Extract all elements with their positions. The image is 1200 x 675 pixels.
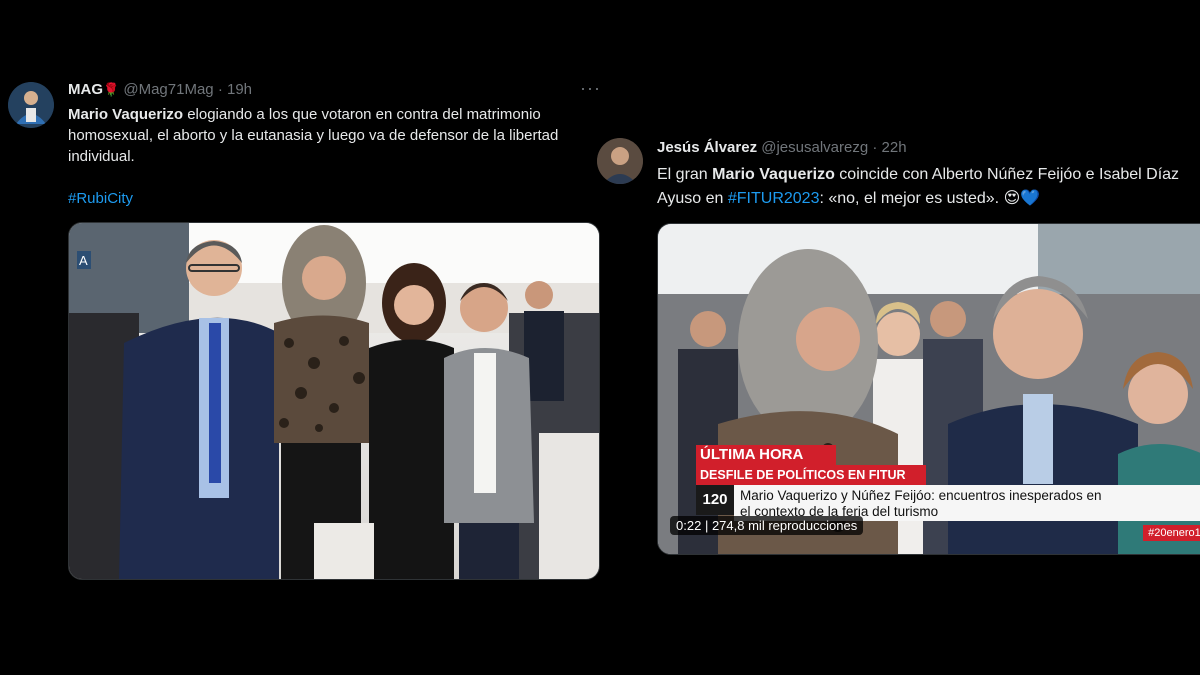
venue-sign: A bbox=[79, 253, 88, 268]
hashtag-link[interactable]: #RubiCity bbox=[68, 188, 598, 209]
news-ticker-red: DESFILE DE POLÍTICOS EN FITUR bbox=[696, 465, 926, 485]
mention-strong: Mario Vaquerizo bbox=[712, 166, 835, 183]
news-ticker-text: DESFILE DE POLÍTICOS EN FITUR bbox=[700, 468, 906, 482]
tweet-jesus: Jesús Álvarez @jesusalvarezg · 22h El gr… bbox=[597, 0, 1200, 600]
jesus-avatar[interactable] bbox=[597, 138, 643, 184]
hashtag-link[interactable]: #FITUR2023 bbox=[728, 190, 820, 207]
display-name[interactable]: MAG bbox=[68, 81, 103, 98]
tweet-text-prefix: El gran bbox=[657, 166, 713, 183]
tweet-video[interactable]: ÚLTIMA HORA DESFILE DE POLÍTICOS EN FITU… bbox=[657, 223, 1200, 555]
emoji-heart-eyes-blue-heart: 😍💙 bbox=[1003, 190, 1041, 207]
news-headline-line1: Mario Vaquerizo y Núñez Feijóo: encuentr… bbox=[740, 488, 1102, 503]
video-timestamp: 0:22 bbox=[676, 518, 702, 533]
mention-strong: Mario Vaquerizo bbox=[68, 106, 184, 123]
tweet-text-line1: coincide con Alberto Núñez Feijóo e Isab… bbox=[834, 166, 1180, 183]
channel-logo-text: 120 bbox=[702, 491, 728, 508]
tweet-text: El gran Mario Vaquerizo coincide con Alb… bbox=[657, 163, 1200, 211]
timestamp[interactable]: 19h bbox=[227, 81, 252, 98]
video-stats-separator: | bbox=[704, 518, 709, 533]
tweet-header: MAG🌹 @Mag71Mag · 19h bbox=[68, 80, 252, 100]
breaking-news-label: ÚLTIMA HORA bbox=[696, 445, 836, 465]
hashtag-badge: #20enero120 bbox=[1143, 525, 1200, 541]
tweet-text-line3: individual. bbox=[68, 148, 135, 165]
handle[interactable]: @Mag71Mag bbox=[123, 81, 213, 98]
separator: · bbox=[217, 81, 223, 98]
breaking-news-text: ÚLTIMA HORA bbox=[700, 446, 804, 463]
video-views: 274,8 mil reproducciones bbox=[711, 518, 858, 533]
tweet-text-line1: elogiando a los que votaron en contra de… bbox=[183, 106, 541, 123]
tweet-text-line2-prefix: Ayuso en bbox=[657, 190, 728, 207]
display-name[interactable]: Jesús Álvarez bbox=[657, 139, 757, 156]
video-stats: 0:22 | 274,8 mil reproducciones bbox=[670, 516, 864, 535]
hashtag-badge-text: #20enero120 bbox=[1148, 527, 1200, 539]
channel-logo: 120 bbox=[696, 485, 734, 515]
handle[interactable]: @jesusalvarezg bbox=[761, 139, 868, 156]
tweet-photo[interactable]: A bbox=[68, 222, 600, 580]
tweet-text-line2: homosexual, el aborto y la eutanasia y l… bbox=[68, 127, 559, 144]
rose-emoji: 🌹 bbox=[103, 82, 120, 97]
tweet-mag: MAG🌹 @Mag71Mag · 19h ··· Mario Vaquerizo… bbox=[0, 0, 600, 600]
timestamp[interactable]: 22h bbox=[882, 139, 907, 156]
separator: · bbox=[872, 139, 878, 156]
tweet-header: Jesús Álvarez @jesusalvarezg · 22h bbox=[657, 138, 907, 158]
tweet-text: Mario Vaquerizo elogiando a los que vota… bbox=[68, 104, 598, 209]
mag-avatar[interactable] bbox=[8, 82, 54, 128]
tweet-text-line2-suffix: : «no, el mejor es usted». bbox=[819, 190, 1000, 207]
group-photo-image: A bbox=[69, 223, 599, 579]
